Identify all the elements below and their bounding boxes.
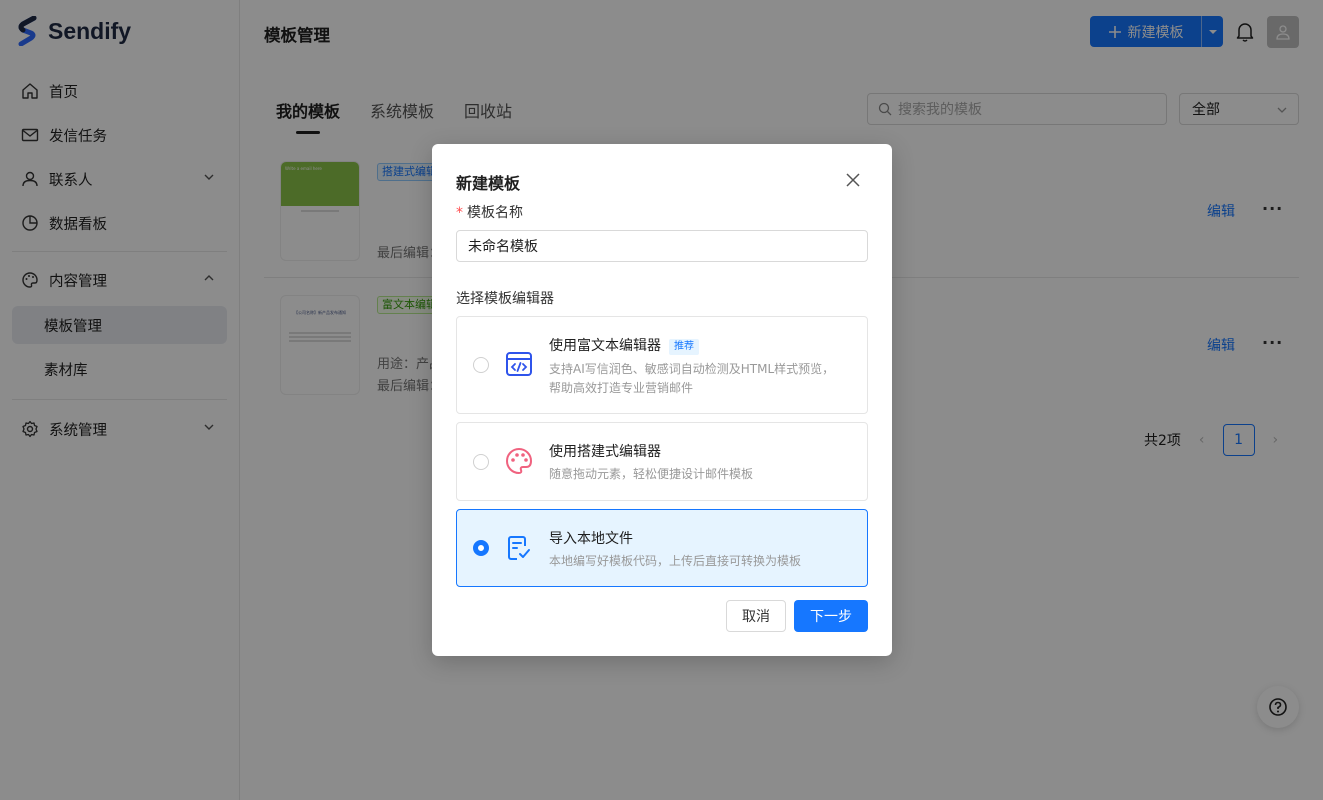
- next-step-button[interactable]: 下一步: [794, 600, 868, 632]
- option-desc: 支持AI写信润色、敏感词自动检测及HTML样式预览，帮助高效打造专业营销邮件: [549, 362, 835, 395]
- new-template-dialog: 新建模板 * 模板名称 未命名模板 选择模板编辑器 使用富文本编辑器 推荐 支持AI…: [432, 144, 892, 656]
- recommend-badge: 推荐: [669, 339, 699, 355]
- template-name-label: * 模板名称: [456, 205, 523, 221]
- editor-select-label: 选择模板编辑器: [456, 291, 554, 307]
- dialog-title: 新建模板: [456, 174, 521, 193]
- palette-icon: [503, 445, 535, 477]
- option-title: 使用搭建式编辑器: [549, 444, 661, 460]
- code-window-icon: [503, 348, 535, 380]
- cancel-button[interactable]: 取消: [726, 600, 786, 632]
- radio-import[interactable]: [473, 540, 489, 556]
- radio-rich-text[interactable]: [473, 357, 489, 373]
- option-rich-text-editor[interactable]: 使用富文本编辑器 推荐 支持AI写信润色、敏感词自动检测及HTML样式预览，帮助高…: [456, 316, 868, 414]
- close-icon[interactable]: [845, 172, 861, 188]
- radio-builder[interactable]: [473, 454, 489, 470]
- option-desc: 随意拖动元素，轻松便捷设计邮件模板: [549, 467, 754, 481]
- template-name-input[interactable]: 未命名模板: [456, 230, 868, 262]
- option-title: 使用富文本编辑器 推荐: [549, 335, 699, 355]
- option-title: 导入本地文件: [549, 531, 633, 547]
- option-desc: 本地编写好模板代码，上传后直接可转换为模板: [549, 554, 802, 568]
- option-import-local-file[interactable]: 导入本地文件 本地编写好模板代码，上传后直接可转换为模板: [456, 509, 868, 587]
- option-builder-editor[interactable]: 使用搭建式编辑器 随意拖动元素，轻松便捷设计邮件模板: [456, 422, 868, 501]
- file-import-icon: [503, 532, 535, 564]
